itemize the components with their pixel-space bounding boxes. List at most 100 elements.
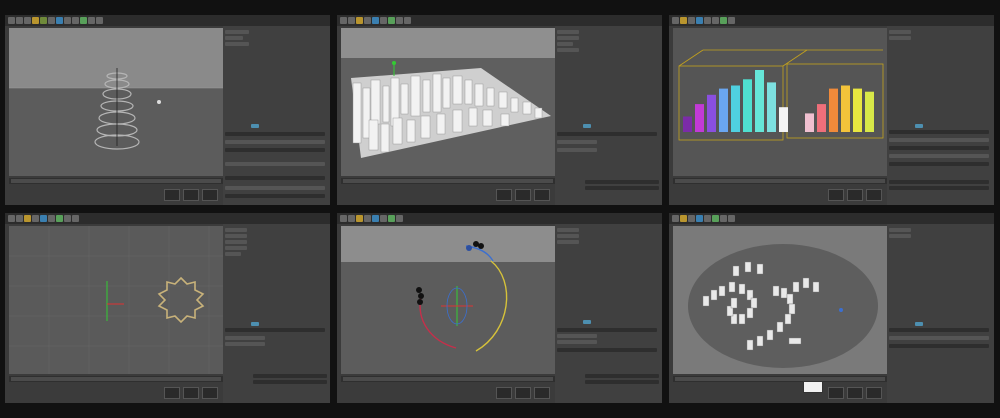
record-icon[interactable] [866,387,882,399]
toolbar-icon[interactable] [48,215,55,222]
toolbar-icon[interactable] [32,215,39,222]
toolbar-icon[interactable] [56,215,63,222]
stop-icon[interactable] [847,189,863,201]
timeline[interactable] [341,178,555,184]
play-icon[interactable] [164,387,180,399]
toolbar-icon[interactable] [396,215,403,222]
record-icon[interactable] [534,387,550,399]
record-icon[interactable] [202,387,218,399]
toolbar-icon[interactable] [728,17,735,24]
panel-4 [5,213,330,403]
toolbar-icon[interactable] [712,17,719,24]
play-icon[interactable] [828,387,844,399]
toolbar-icon[interactable] [40,215,47,222]
transport-controls [9,187,223,205]
transport-controls [341,385,555,403]
timeline[interactable] [9,178,223,184]
toolbar-icon[interactable] [364,17,371,24]
toolbar-icon[interactable] [348,17,355,24]
toolbar-icon[interactable] [356,215,363,222]
histogram-bar [683,116,692,132]
toolbar-icon[interactable] [388,215,395,222]
viewport-scene [673,226,887,374]
toolbar-icon[interactable] [340,17,347,24]
toolbar-icon[interactable] [64,215,71,222]
toolbar-icon[interactable] [728,215,735,222]
toolbar-icon[interactable] [680,17,687,24]
panel-6 [669,213,994,403]
toolbar-icon[interactable] [388,17,395,24]
toolbar-icon[interactable] [96,17,103,24]
attribute-panel [887,224,994,403]
toolbar-icon[interactable] [340,215,347,222]
toolbar-icon[interactable] [688,215,695,222]
viewport[interactable] [341,226,555,374]
toolbar-icon[interactable] [16,215,23,222]
stop-icon[interactable] [847,387,863,399]
record-icon[interactable] [866,189,882,201]
viewport[interactable] [9,28,223,176]
viewport-scene [341,28,555,176]
play-icon[interactable] [164,189,180,201]
play-icon[interactable] [496,387,512,399]
toolbar-icon[interactable] [348,215,355,222]
attribute-panel [555,224,662,403]
toolbar-icon[interactable] [372,215,379,222]
stop-icon[interactable] [183,189,199,201]
stop-icon[interactable] [515,387,531,399]
stop-icon[interactable] [183,387,199,399]
toolbar-icon[interactable] [364,215,371,222]
toolbar-icon[interactable] [672,17,679,24]
transport-controls [341,187,555,205]
toolbar-icon[interactable] [48,17,55,24]
toolbar-icon[interactable] [24,17,31,24]
toolbar-icon[interactable] [8,17,15,24]
toolbar-icon[interactable] [16,17,23,24]
toolbar-icon[interactable] [680,215,687,222]
record-icon[interactable] [534,189,550,201]
timeline[interactable] [673,178,887,184]
toolbar-icon[interactable] [712,215,719,222]
toolbar-icon[interactable] [704,215,711,222]
viewport[interactable] [673,226,887,374]
toolbar-icon[interactable] [356,17,363,24]
timeline[interactable] [673,376,887,382]
record-icon[interactable] [202,189,218,201]
toolbar-icon[interactable] [720,215,727,222]
histogram-bar [731,85,740,132]
toolbar-icon[interactable] [696,17,703,24]
toolbar-icon[interactable] [396,17,403,24]
toolbar-icon[interactable] [696,215,703,222]
toolbar-icon[interactable] [56,17,63,24]
toolbar-icon[interactable] [72,215,79,222]
viewport[interactable] [341,28,555,176]
viewport-scene [673,28,887,176]
toolbar-icon[interactable] [32,17,39,24]
toolbar-icon[interactable] [404,17,411,24]
timeline[interactable] [341,376,555,382]
toolbar-icon[interactable] [88,17,95,24]
histogram-bar [865,91,874,132]
toolbar-icon[interactable] [80,17,87,24]
toolbar-icon[interactable] [372,17,379,24]
toolbar-icon[interactable] [8,215,15,222]
toolbar-icon[interactable] [24,215,31,222]
timeline[interactable] [9,376,223,382]
toolbar-icon[interactable] [704,17,711,24]
toolbar-icon[interactable] [380,215,387,222]
play-icon[interactable] [496,189,512,201]
toolbar-icon[interactable] [40,17,47,24]
histogram-bar [767,82,776,132]
attribute-panel [223,26,330,205]
toolbar-icon[interactable] [72,17,79,24]
stop-icon[interactable] [515,189,531,201]
play-icon[interactable] [828,189,844,201]
viewport-scene [9,226,223,374]
viewport[interactable] [673,28,887,176]
toolbar-icon[interactable] [64,17,71,24]
toolbar-icon[interactable] [688,17,695,24]
toolbar-icon[interactable] [380,17,387,24]
viewport[interactable] [9,226,223,374]
toolbar-icon[interactable] [672,215,679,222]
toolbar-icon[interactable] [720,17,727,24]
